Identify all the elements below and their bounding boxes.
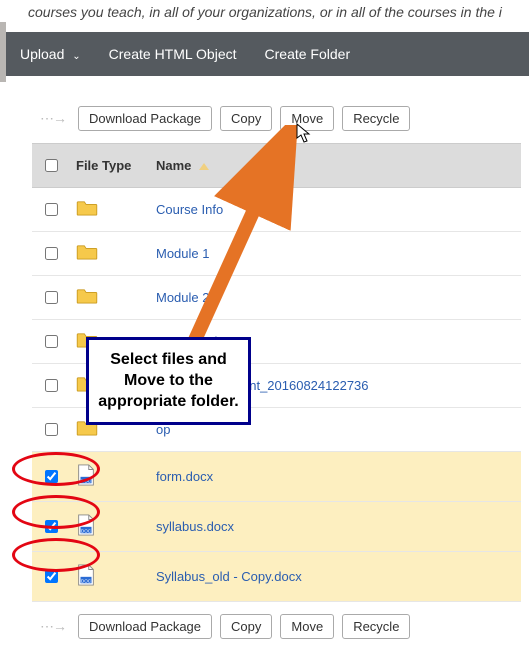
row-checkbox[interactable] — [45, 570, 58, 583]
select-all-checkbox[interactable] — [45, 159, 58, 172]
content-area: ⋯→ Download Package Copy Move Recycle Fi… — [0, 76, 529, 651]
branch-icon: ⋯→ — [40, 618, 66, 635]
row-type-cell — [70, 188, 150, 232]
chevron-down-icon: ⌄ — [72, 51, 80, 62]
row-type-cell: DOC — [70, 452, 150, 502]
download-package-button-bottom[interactable]: Download Package — [78, 614, 212, 639]
upload-menu[interactable]: Upload ⌄ — [20, 46, 81, 62]
row-name-cell: Module 1 — [150, 232, 521, 276]
row-type-cell — [70, 276, 150, 320]
row-checkbox-cell — [32, 502, 70, 552]
folder-icon — [76, 288, 98, 304]
row-type-cell: DOC — [70, 502, 150, 552]
name-header-label: Name — [156, 158, 191, 173]
file-link[interactable]: Module 1 — [156, 246, 209, 261]
name-header[interactable]: Name — [150, 144, 521, 188]
table-row: Course Info — [32, 188, 521, 232]
row-checkbox[interactable] — [45, 520, 58, 533]
row-checkbox[interactable] — [45, 247, 58, 260]
svg-text:DOC: DOC — [81, 478, 92, 483]
file-link[interactable]: Syllabus_old - Copy.docx — [156, 569, 302, 584]
row-checkbox-cell — [32, 552, 70, 602]
intro-text: courses you teach, in all of your organi… — [0, 0, 529, 32]
row-checkbox-cell — [32, 408, 70, 452]
create-html-object[interactable]: Create HTML Object — [109, 46, 237, 62]
row-name-cell: Module 2 — [150, 276, 521, 320]
row-name-cell: form.docx — [150, 452, 521, 502]
row-checkbox[interactable] — [45, 203, 58, 216]
action-row-bottom: ⋯→ Download Package Copy Move Recycle — [32, 602, 521, 651]
row-name-cell: Course Info — [150, 188, 521, 232]
row-checkbox[interactable] — [45, 335, 58, 348]
row-checkbox[interactable] — [45, 291, 58, 304]
branch-icon: ⋯→ — [40, 110, 66, 127]
row-checkbox[interactable] — [45, 470, 58, 483]
table-header-row: File Type Name — [32, 144, 521, 188]
row-checkbox-cell — [32, 364, 70, 408]
copy-button-bottom[interactable]: Copy — [220, 614, 272, 639]
table-row: DOC Syllabus_old - Copy.docx — [32, 552, 521, 602]
table-row: DOC form.docx — [32, 452, 521, 502]
filetype-header[interactable]: File Type — [70, 144, 150, 188]
doc-icon: DOC — [76, 564, 96, 586]
sort-asc-icon — [199, 163, 209, 170]
row-checkbox-cell — [32, 276, 70, 320]
row-name-cell: syllabus.docx — [150, 502, 521, 552]
create-folder[interactable]: Create Folder — [265, 46, 351, 62]
download-package-button[interactable]: Download Package — [78, 106, 212, 131]
row-checkbox-cell — [32, 452, 70, 502]
row-checkbox[interactable] — [45, 423, 58, 436]
row-checkbox-cell — [32, 232, 70, 276]
recycle-button-bottom[interactable]: Recycle — [342, 614, 410, 639]
top-toolbar: Upload ⌄ Create HTML Object Create Folde… — [0, 32, 529, 76]
move-button[interactable]: Move — [280, 106, 334, 131]
file-link[interactable]: form.docx — [156, 469, 213, 484]
action-row-top: ⋯→ Download Package Copy Move Recycle — [32, 94, 521, 143]
file-link[interactable]: syllabus.docx — [156, 519, 234, 534]
file-link[interactable]: Course Info — [156, 202, 223, 217]
svg-text:DOC: DOC — [81, 528, 92, 533]
doc-icon: DOC — [76, 464, 96, 486]
svg-text:DOC: DOC — [81, 578, 92, 583]
file-link[interactable]: Module 2 — [156, 290, 209, 305]
copy-button[interactable]: Copy — [220, 106, 272, 131]
callout-box: Select files and Move to the appropriate… — [86, 337, 251, 425]
row-checkbox-cell — [32, 188, 70, 232]
doc-icon: DOC — [76, 514, 96, 536]
move-button-bottom[interactable]: Move — [280, 614, 334, 639]
row-type-cell: DOC — [70, 552, 150, 602]
table-row: Module 1 — [32, 232, 521, 276]
table-row: DOC syllabus.docx — [32, 502, 521, 552]
row-type-cell — [70, 232, 150, 276]
row-checkbox[interactable] — [45, 379, 58, 392]
upload-label: Upload — [20, 46, 64, 62]
row-name-cell: Syllabus_old - Copy.docx — [150, 552, 521, 602]
row-checkbox-cell — [32, 320, 70, 364]
folder-icon — [76, 244, 98, 260]
side-tab — [0, 22, 6, 82]
folder-icon — [76, 200, 98, 216]
table-row: Module 2 — [32, 276, 521, 320]
recycle-button[interactable]: Recycle — [342, 106, 410, 131]
select-all-header — [32, 144, 70, 188]
